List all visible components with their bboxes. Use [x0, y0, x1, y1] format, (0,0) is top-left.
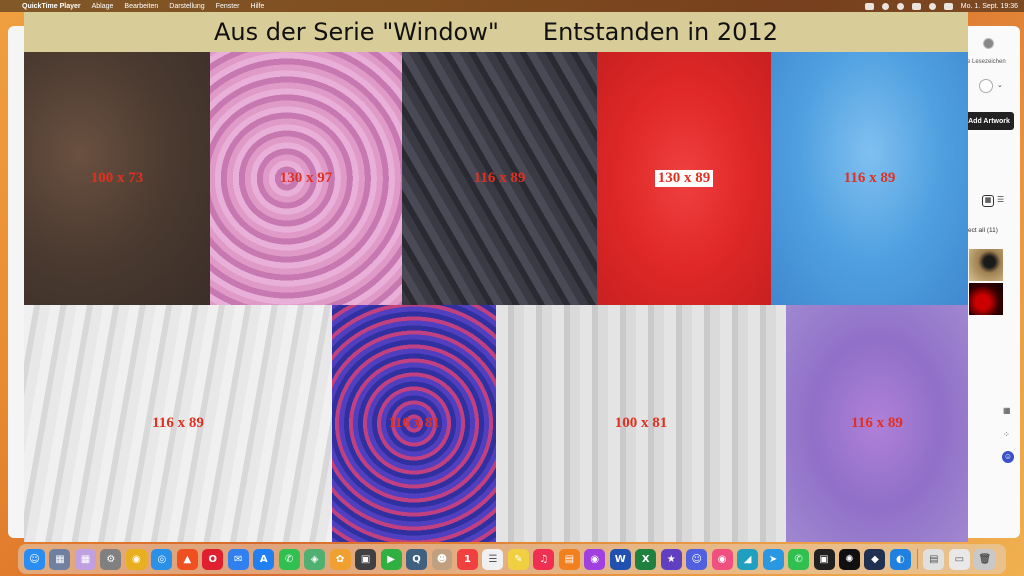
painting-size-label: 116 x 89 [152, 415, 204, 431]
dock-photos-icon[interactable]: ✿ [329, 548, 351, 570]
dock-word-icon[interactable]: W [609, 548, 631, 570]
artwork-thumbnail[interactable] [969, 283, 1003, 315]
dock-podcasts-icon[interactable]: ◉ [584, 548, 606, 570]
dock-trash-icon[interactable]: 🗑 [974, 548, 996, 570]
bookmarks-label[interactable]: ille Lesezeichen [963, 59, 1006, 65]
assistant-icon[interactable]: ☺ [1002, 451, 1014, 463]
apps-icon[interactable]: ⁘ [1003, 430, 1010, 439]
status-tray: Mo. 1. Sept. 19:36 [857, 2, 1018, 10]
painting-tile-4: 130 x 89 [597, 52, 771, 305]
profile-avatar[interactable] [983, 38, 994, 49]
dock-photo-app-icon[interactable]: ▣ [355, 548, 377, 570]
dock-vpn-icon[interactable]: ◢ [737, 548, 759, 570]
quicktime-window: Aus der Serie "Window" Entstanden in 201… [24, 12, 968, 542]
dock-cube-app-icon[interactable]: ◆ [864, 548, 886, 570]
dock-launchpad-icon[interactable]: ▦ [49, 548, 71, 570]
dock-reminders-icon[interactable]: ☰ [482, 548, 504, 570]
dock-app-store-icon[interactable]: A [253, 548, 275, 570]
dock-brave-icon[interactable]: ▲ [176, 548, 198, 570]
painting-size-label: 130 x 97 [279, 170, 333, 186]
dock-facetime-icon[interactable]: ▶ [380, 548, 402, 570]
dock-apps-grid-icon[interactable]: ▦ [74, 548, 96, 570]
dock-chrome-icon[interactable]: ◉ [125, 548, 147, 570]
list-view-icon[interactable]: ☰ [997, 195, 1004, 204]
grid-view-icon[interactable]: ▦ [982, 195, 994, 207]
dock-excel-icon[interactable]: X [635, 548, 657, 570]
painting-tile-8: 100 x 81 [496, 305, 786, 542]
painting-size-label: 100 x 73 [90, 170, 144, 186]
menu-bar: QuickTime Player Ablage Bearbeiten Darst… [0, 0, 1024, 12]
dock-system-settings-icon[interactable]: ⚙ [100, 548, 122, 570]
painting-size-label: 100 x 81 [614, 415, 668, 431]
dock-music-icon[interactable]: ♫ [533, 548, 555, 570]
dock-opera-icon[interactable]: O [202, 548, 224, 570]
dock-quicktime-icon[interactable]: Q [406, 548, 427, 570]
wifi-icon[interactable] [896, 2, 904, 10]
background-window-right-edge: ille Lesezeichen ⌄ Add Artwork ▦ ☰ elect… [960, 26, 1020, 538]
painting-size-label: 116 x 89 [851, 415, 903, 431]
dock-discord-icon[interactable]: ☺ [686, 548, 708, 570]
menu-app-name[interactable]: QuickTime Player [22, 3, 81, 10]
dock-books-icon[interactable]: ▤ [558, 548, 580, 570]
menu-hilfe[interactable]: Hilfe [250, 3, 264, 10]
menu-clock[interactable]: Mo. 1. Sept. 19:36 [961, 3, 1018, 10]
painting-size-label: 116 x 89 [473, 170, 526, 186]
painting-size-label: 116 x 89 [843, 170, 896, 186]
dock-mail-icon[interactable]: ✉ [227, 548, 249, 570]
dock-arc-icon[interactable]: ◐ [889, 548, 911, 570]
painting-tile-7: 116 x 81 [332, 305, 496, 542]
dock-imovie-icon[interactable]: ★ [660, 548, 682, 570]
search-icon[interactable] [928, 2, 936, 10]
collage-title-year: Entstanden in 2012 [542, 18, 778, 46]
dock-maps-icon[interactable]: ◈ [304, 548, 326, 570]
artwork-thumbnail[interactable] [969, 249, 1003, 281]
dock: ☺ ▦ ▦ ⚙ ◉ ◎ ▲ O ✉ A ✆ ◈ ✿ ▣ ▶ Q ☻ 1 ☰ ✎ ♫ ▤ ◉ W X ★ ☺ ◉ ◢ ➤ ✆ ▣ ✺ ◆ ◐ ▤ ▭ 🗑 [18, 544, 1006, 574]
menu-ablage[interactable]: Ablage [92, 3, 114, 10]
painting-tile-9: 116 x 89 [786, 305, 968, 542]
painting-tile-1: 100 x 73 [24, 52, 210, 305]
dock-whatsapp-icon[interactable]: ✆ [788, 548, 810, 570]
dock-folder-icon[interactable]: ▭ [948, 548, 970, 570]
painting-tile-3: 116 x 89 [402, 52, 597, 305]
bluetooth-icon[interactable] [881, 2, 889, 10]
collage-title-strip: Aus der Serie "Window" Entstanden in 201… [24, 12, 968, 52]
menu-fenster[interactable]: Fenster [216, 3, 240, 10]
dock-messages-icon[interactable]: ✆ [278, 548, 300, 570]
menu-darstellung[interactable]: Darstellung [169, 3, 204, 10]
dock-telegram-icon[interactable]: ➤ [762, 548, 784, 570]
dock-safari-icon[interactable]: ◎ [151, 548, 173, 570]
select-all-label[interactable]: elect all (11) [963, 227, 998, 234]
dock-separator [917, 549, 919, 569]
dock-screenshot-icon[interactable]: ◉ [711, 548, 733, 570]
painting-tile-5: 116 x 89 [771, 52, 968, 305]
grid-icon[interactable]: ▦ [1003, 406, 1011, 415]
menu-bearbeiten[interactable]: Bearbeiten [124, 3, 158, 10]
dock-notes-icon[interactable]: ✎ [507, 548, 529, 570]
account-icon[interactable] [979, 79, 993, 93]
battery-icon[interactable] [911, 2, 921, 10]
add-artwork-button[interactable]: Add Artwork [964, 112, 1014, 130]
control-center-icon[interactable] [943, 2, 953, 10]
dock-terminal-icon[interactable]: ▣ [813, 548, 835, 570]
dock-downloads-icon[interactable]: ▤ [923, 548, 945, 570]
painting-size-label: 116 x 81 [388, 415, 440, 431]
dock-finder-icon[interactable]: ☺ [24, 548, 45, 570]
dock-chatgpt-icon[interactable]: ✺ [839, 548, 860, 570]
chevron-down-icon[interactable]: ⌄ [997, 81, 1003, 89]
painting-tile-6: 116 x 89 [24, 305, 332, 542]
dock-contacts-icon[interactable]: ☻ [431, 548, 453, 570]
collage-title-series: Aus der Serie "Window" [214, 18, 499, 46]
painting-tile-2: 130 x 97 [210, 52, 402, 305]
tray-app-icon[interactable] [864, 2, 874, 10]
dock-calendar-icon[interactable]: 1 [456, 548, 478, 570]
painting-size-label: 130 x 89 [654, 170, 714, 187]
